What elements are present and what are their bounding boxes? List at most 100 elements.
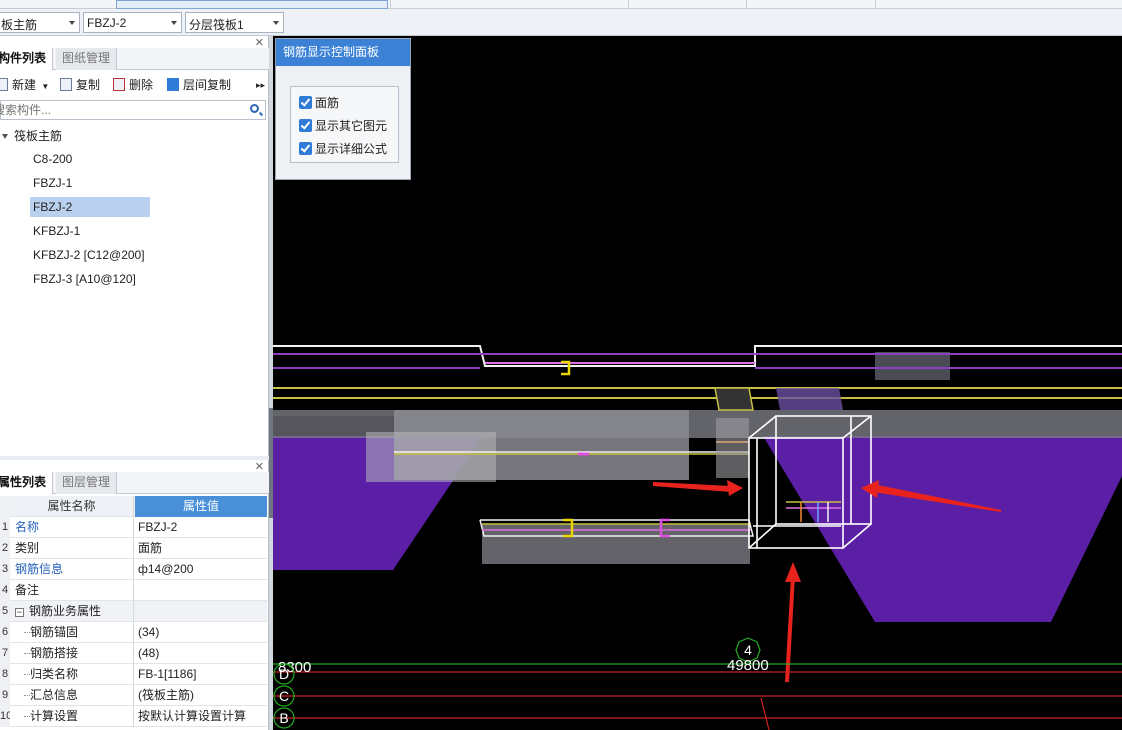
table-row[interactable]: 7 钢筋搭接 (48)	[0, 643, 267, 664]
delete-label: 删除	[129, 78, 154, 92]
property-name: 钢筋锚固	[10, 622, 134, 643]
column-header-name: 属性名称	[10, 496, 134, 517]
copy-label: 复制	[76, 78, 101, 92]
checkbox-checked-icon[interactable]	[299, 142, 312, 155]
property-value[interactable]: 按默认计算设置计算	[135, 706, 267, 727]
row-number: 7	[0, 643, 10, 664]
checkbox-checked-icon[interactable]	[299, 96, 312, 109]
row-number: 3	[0, 559, 10, 580]
element-type-select[interactable]: 板主筋	[0, 12, 80, 33]
row-number: 4	[0, 580, 10, 601]
component-toolbar: 新建 ▼ 复制 删除 层间复制 ▸▸	[0, 74, 269, 96]
property-name: 计算设置	[10, 706, 134, 727]
tree-item[interactable]: C8-200	[30, 149, 72, 169]
axis-label-b: B	[279, 710, 288, 726]
chevron-down-icon	[273, 21, 279, 25]
dimension-mid: 49800	[727, 657, 769, 674]
collapse-icon[interactable]: −	[15, 608, 24, 617]
property-value[interactable]: (筏板主筋)	[135, 685, 267, 706]
new-icon	[0, 78, 8, 91]
group-name: − 钢筋业务属性	[10, 601, 134, 622]
red-arrow-bottom	[785, 576, 795, 682]
table-header: 属性名称 属性值	[0, 496, 267, 517]
property-table: 属性名称 属性值 1 名称 FBZJ-2 2 类别 面筋 3 钢筋信息 ф14@…	[0, 496, 267, 727]
property-tabs: 属性列表 图层管理	[0, 472, 269, 494]
tree-item-selected[interactable]: FBZJ-2	[30, 197, 150, 217]
property-name: 备注	[10, 580, 134, 601]
property-name: 归类名称	[10, 664, 134, 685]
row-number: 6	[0, 622, 10, 643]
grid-axis-line	[760, 697, 770, 730]
tree-item[interactable]: FBZJ-1	[30, 173, 72, 193]
table-row[interactable]: 3 钢筋信息 ф14@200	[0, 559, 267, 580]
table-row[interactable]: 4 备注	[0, 580, 267, 601]
expand-triangle-icon[interactable]	[2, 134, 8, 139]
ribbon-separator	[746, 0, 747, 9]
table-row[interactable]: 8 归类名称 FB-1[1186]	[0, 664, 267, 685]
tab-component-list[interactable]: 构件列表	[0, 48, 54, 70]
layer-select[interactable]: 分层筏板1	[185, 12, 284, 33]
checkbox-face-rebar[interactable]: 面筋	[299, 94, 339, 112]
arrow-head-icon	[785, 562, 801, 582]
property-panel: ✕ 属性列表 图层管理 属性名称 属性值 1 名称 FBZJ-2 2 类别 面筋…	[0, 460, 269, 730]
table-row[interactable]: 1 名称 FBZJ-2	[0, 517, 267, 538]
checkbox-label: 显示其它图元	[315, 119, 388, 133]
control-panel-title[interactable]: 钢筋显示控制面板	[276, 39, 410, 66]
slab-highlight	[366, 432, 496, 482]
checkbox-show-formula[interactable]: 显示详细公式	[299, 140, 387, 158]
axis-label-d: D	[279, 666, 289, 682]
checkbox-checked-icon[interactable]	[299, 119, 312, 132]
floor-copy-label: 层间复制	[183, 78, 232, 92]
control-options-box: 面筋 显示其它图元 显示详细公式	[290, 86, 399, 163]
new-button[interactable]: 新建 ▼	[0, 76, 49, 94]
ribbon-separator	[875, 0, 876, 9]
top-ribbon-strip	[0, 0, 1122, 9]
tree-root-label: 筏板主筋	[14, 129, 63, 143]
tree-item[interactable]: FBZJ-3 [A10@120]	[30, 269, 136, 289]
floor-copy-button[interactable]: 层间复制	[167, 76, 231, 94]
component-select[interactable]: FBZJ-2	[83, 12, 182, 33]
step-block	[714, 387, 754, 411]
table-row[interactable]: 6 钢筋锚固 (34)	[0, 622, 267, 643]
active-ribbon-tab[interactable]	[116, 0, 388, 9]
property-name: 钢筋搭接	[10, 643, 134, 664]
row-number: 9	[0, 685, 10, 706]
delete-button[interactable]: 删除	[113, 76, 153, 94]
row-number-header	[0, 496, 10, 517]
row-number: 10	[0, 706, 10, 727]
table-row[interactable]: 2 类别 面筋	[0, 538, 267, 559]
table-row[interactable]: 9 汇总信息 (筏板主筋)	[0, 685, 267, 706]
table-group-row[interactable]: 5 − 钢筋业务属性	[0, 601, 267, 622]
tree-item[interactable]: KFBZJ-1	[30, 221, 80, 241]
property-value[interactable]: FBZJ-2	[135, 517, 267, 538]
table-row[interactable]: 10 计算设置 按默认计算设置计算	[0, 706, 267, 727]
tree-root-node[interactable]: 筏板主筋	[0, 127, 62, 145]
property-value[interactable]: 面筋	[135, 538, 267, 559]
tree-item[interactable]: KFBZJ-2 [C12@200]	[30, 245, 145, 265]
property-name: 汇总信息	[10, 685, 134, 706]
component-search[interactable]	[0, 100, 266, 120]
slab-dark-patch	[875, 352, 950, 380]
property-value[interactable]	[135, 580, 267, 601]
tab-property-list[interactable]: 属性列表	[0, 472, 54, 494]
row-number: 5	[0, 601, 10, 622]
tab-drawing-management[interactable]: 图纸管理	[56, 48, 118, 70]
tab-layer-management[interactable]: 图层管理	[56, 472, 118, 494]
copy-button[interactable]: 复制	[60, 76, 100, 94]
component-value: FBZJ-2	[87, 16, 127, 30]
search-icon[interactable]	[250, 104, 259, 113]
checkbox-show-other-elements[interactable]: 显示其它图元	[299, 117, 387, 135]
arrow-head-icon	[727, 480, 743, 496]
property-value[interactable]: (48)	[135, 643, 267, 664]
row-number: 1	[0, 517, 10, 538]
property-value[interactable]: ф14@200	[135, 559, 267, 580]
component-panel: ✕ 构件列表 图纸管理 新建 ▼ 复制 删除 层间复制 ▸▸ 搜索构件... 筏…	[0, 36, 269, 456]
more-button[interactable]: ▸▸	[256, 76, 265, 94]
search-input[interactable]	[0, 102, 233, 118]
step-block-purple	[776, 388, 843, 410]
property-value[interactable]: (34)	[135, 622, 267, 643]
checkbox-label: 显示详细公式	[315, 142, 388, 156]
layer-value: 分层筏板1	[189, 18, 244, 32]
property-value[interactable]: FB-1[1186]	[135, 664, 267, 685]
property-value	[135, 601, 267, 622]
